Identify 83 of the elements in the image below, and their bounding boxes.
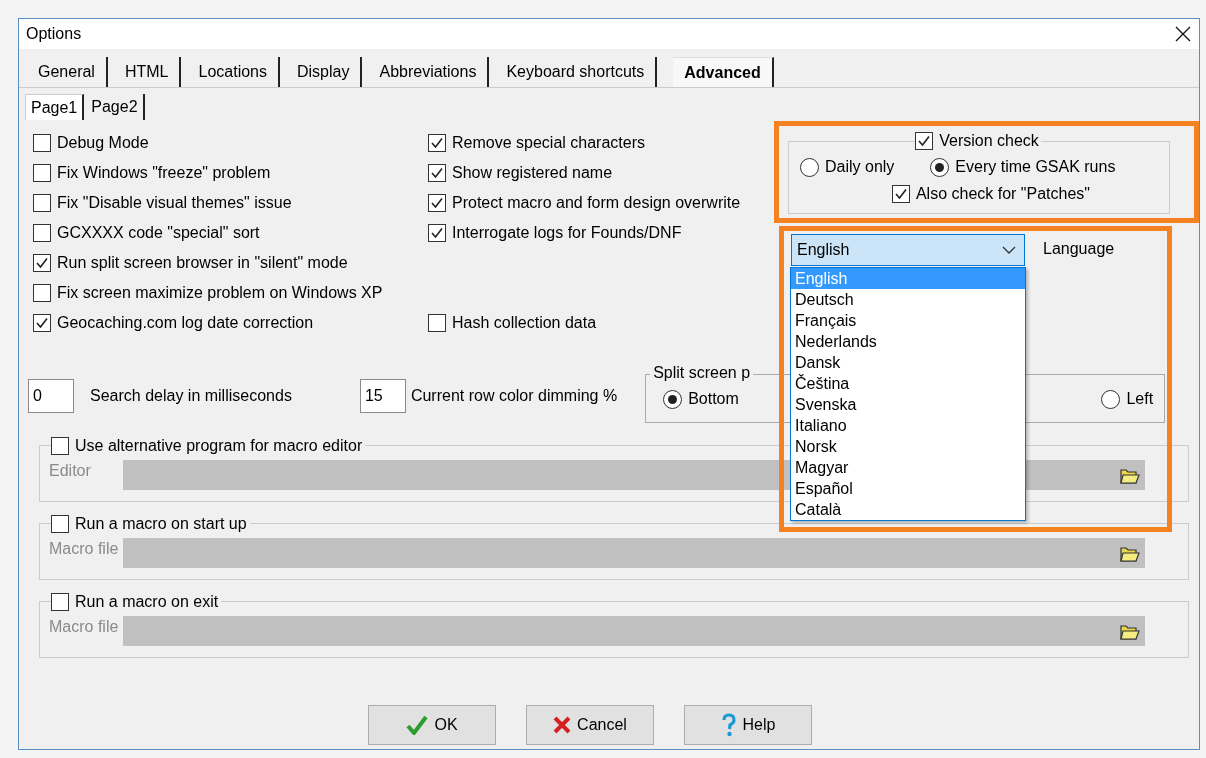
- checkbox-label: Protect macro and form design overwrite: [452, 194, 741, 212]
- file-path-field[interactable]: [123, 538, 1145, 568]
- dropdown-option[interactable]: Magyar: [791, 457, 1025, 478]
- radio-label: Every time GSAK runs: [955, 158, 1116, 176]
- dropdown-option[interactable]: Čeština: [791, 373, 1025, 394]
- radio-label: Daily only: [825, 158, 895, 176]
- checkbox-label: GCXXXX code "special" sort: [57, 224, 260, 242]
- tab[interactable]: Advanced: [673, 57, 774, 87]
- checkbox[interactable]: [33, 284, 51, 302]
- dropdown-option[interactable]: Norsk: [791, 436, 1025, 457]
- checkbox[interactable]: [51, 593, 69, 611]
- checkbox-label: Hash collection data: [452, 314, 597, 332]
- checkbox-label: Remove special characters: [452, 134, 645, 152]
- radio-label: Left: [1126, 390, 1154, 408]
- checkbox-label: Version check: [939, 132, 1039, 150]
- number-field[interactable]: 0: [28, 379, 74, 413]
- checkmark-icon: [406, 715, 429, 735]
- radio-button[interactable]: [1101, 389, 1121, 409]
- dropdown-option[interactable]: Català: [791, 499, 1025, 520]
- field-label: Current row color dimming %: [410, 387, 618, 405]
- ok-button[interactable]: OK: [368, 705, 496, 745]
- cancel-button[interactable]: Cancel: [526, 705, 654, 745]
- checkbox-label: Use alternative program for macro editor: [75, 437, 363, 455]
- checkbox-label: Run split screen browser in "silent" mode: [57, 254, 348, 272]
- field-label: Editor: [49, 461, 92, 480]
- checkbox[interactable]: [428, 164, 446, 182]
- checkbox-label: Debug Mode: [57, 134, 149, 152]
- radio-label: Bottom: [688, 390, 739, 408]
- radio-button[interactable]: [930, 157, 950, 177]
- checkbox[interactable]: [51, 437, 69, 455]
- dropdown-value: English: [797, 241, 850, 259]
- checkbox[interactable]: [51, 515, 69, 533]
- checkbox[interactable]: [428, 134, 446, 152]
- dropdown-option[interactable]: Italiano: [791, 415, 1025, 436]
- checkbox[interactable]: [33, 164, 51, 182]
- dropdown-option[interactable]: Svenska: [791, 394, 1025, 415]
- checkbox[interactable]: [33, 194, 51, 212]
- number-field[interactable]: 15: [359, 379, 406, 413]
- checkbox-label: Fix screen maximize problem on Windows XP: [57, 284, 383, 302]
- language-dropdown[interactable]: English: [791, 234, 1025, 266]
- tab[interactable]: Display: [286, 57, 363, 87]
- tab[interactable]: HTML: [113, 57, 182, 87]
- tab[interactable]: Page1: [25, 94, 85, 120]
- checkbox-label: Geocaching.com log date correction: [57, 314, 314, 332]
- chevron-down-icon: [1002, 246, 1016, 254]
- radio-button[interactable]: [800, 157, 819, 177]
- checkbox-label: Interrogate logs for Founds/DNF: [452, 224, 682, 242]
- dropdown-option[interactable]: Dansk: [791, 352, 1025, 373]
- checkbox-label: Fix "Disable visual themes" issue: [57, 194, 292, 212]
- help-button[interactable]: Help: [684, 705, 812, 745]
- field-label: Macro file: [49, 539, 120, 558]
- checkbox[interactable]: [428, 314, 446, 332]
- tab[interactable]: Page2: [86, 94, 145, 120]
- file-path-field[interactable]: [123, 616, 1145, 646]
- checkbox-label: Run a macro on start up: [75, 515, 247, 533]
- checkbox-label: Also check for "Patches": [915, 185, 1091, 203]
- tab[interactable]: Abbreviations: [368, 57, 490, 87]
- checkbox[interactable]: [33, 314, 51, 332]
- checkbox-label: Fix Windows "freeze" problem: [57, 164, 271, 182]
- checkbox[interactable]: [33, 134, 51, 152]
- dropdown-option[interactable]: Nederlands: [791, 331, 1025, 352]
- checkbox[interactable]: [33, 254, 51, 272]
- checkbox[interactable]: [891, 185, 910, 203]
- checkbox[interactable]: [428, 224, 446, 242]
- checkbox-label: Run a macro on exit: [75, 593, 219, 611]
- checkbox[interactable]: [915, 132, 934, 150]
- dropdown-option[interactable]: Deutsch: [791, 289, 1025, 310]
- question-mark-icon: [720, 713, 737, 737]
- x-icon: [553, 716, 572, 734]
- checkbox[interactable]: [33, 224, 51, 242]
- field-label: Search delay in milliseconds: [90, 387, 292, 405]
- window-title: Options: [26, 25, 82, 43]
- dropdown-option[interactable]: Español: [791, 478, 1025, 499]
- radio-button[interactable]: [663, 389, 683, 409]
- close-icon[interactable]: [1175, 26, 1191, 42]
- tab[interactable]: Locations: [187, 57, 280, 87]
- tab[interactable]: Keyboard shortcuts: [495, 57, 658, 87]
- language-label: Language: [1043, 239, 1115, 258]
- checkbox[interactable]: [428, 194, 446, 212]
- dropdown-option[interactable]: Français: [791, 310, 1025, 331]
- field-label: Macro file: [49, 617, 120, 636]
- checkbox-label: Show registered name: [452, 164, 613, 182]
- tab[interactable]: General: [27, 57, 108, 87]
